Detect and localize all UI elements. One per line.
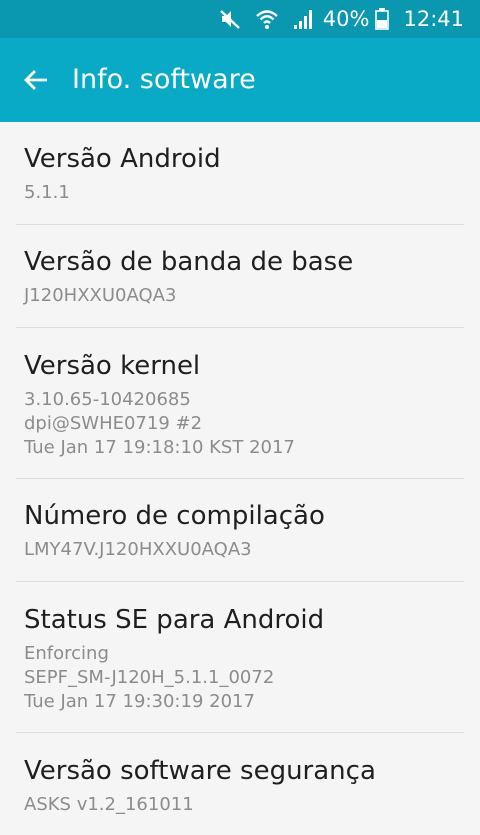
item-value: SEPF_SM-J120H_5.1.1_0072 <box>24 667 275 688</box>
item-value: Tue Jan 17 19:30:19 2017 <box>24 691 255 712</box>
back-button[interactable] <box>14 58 58 102</box>
item-value: J120HXXU0AQA3 <box>24 285 177 306</box>
item-value: LMY47V.J120HXXU0AQA3 <box>24 539 252 560</box>
item-title: Versão software segurança <box>24 756 376 786</box>
software-info-list: Versão Android 5.1.1 Versão de banda de … <box>0 122 480 835</box>
app-bar: Info. software <box>0 38 480 122</box>
item-value: ASKS v1.2_161011 <box>24 794 194 815</box>
signal-icon <box>293 8 315 30</box>
status-bar: 40% 12:41 <box>0 0 480 38</box>
list-item-android-version[interactable]: Versão Android 5.1.1 <box>0 122 480 224</box>
page-title: Info. software <box>72 64 256 95</box>
mute-icon <box>219 8 241 30</box>
item-value: Enforcing <box>24 643 109 664</box>
item-title: Versão kernel <box>24 351 201 381</box>
list-item-baseband-version[interactable]: Versão de banda de base J120HXXU0AQA3 <box>0 225 480 327</box>
battery-icon <box>375 8 390 30</box>
item-value: dpi@SWHE0719 #2 <box>24 413 203 434</box>
item-value: Tue Jan 17 19:18:10 KST 2017 <box>24 437 295 458</box>
item-title: Status SE para Android <box>24 605 325 635</box>
item-title: Versão de banda de base <box>24 247 354 277</box>
wifi-icon <box>255 8 279 30</box>
item-title: Versão Android <box>24 144 221 174</box>
list-item-build-number[interactable]: Número de compilação LMY47V.J120HXXU0AQA… <box>0 479 480 581</box>
item-value: 5.1.1 <box>24 182 70 203</box>
battery-percent: 40% <box>322 7 370 31</box>
list-item-kernel-version[interactable]: Versão kernel 3.10.65-10420685 dpi@SWHE0… <box>0 328 480 478</box>
item-title: Número de compilação <box>24 501 325 531</box>
list-item-se-status[interactable]: Status SE para Android Enforcing SEPF_SM… <box>0 582 480 732</box>
clock: 12:41 <box>403 7 464 31</box>
arrow-back-icon <box>24 70 47 90</box>
status-icons: 40% 12:41 <box>205 0 464 38</box>
list-item-security-software-version[interactable]: Versão software segurança ASKS v1.2_1610… <box>0 733 480 835</box>
item-value: 3.10.65-10420685 <box>24 389 191 410</box>
